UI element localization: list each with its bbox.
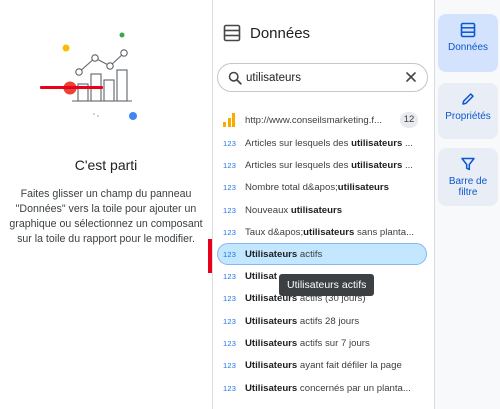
field-label-suffix: concernés par un planta... [297, 382, 411, 394]
field-label-suffix: actifs sur 7 jours [297, 338, 370, 350]
close-icon[interactable] [404, 70, 418, 84]
field-label: Utilisateurs actifs sur 7 jours [245, 338, 370, 349]
field-label-match: Utilisateurs [245, 248, 298, 260]
field-label-match: Utilisateurs [245, 360, 298, 372]
data-source-item[interactable]: http://www.conseilsmarketing.f... 12 [213, 108, 436, 132]
number-type-icon: 123 [223, 361, 237, 371]
table-icon [223, 24, 241, 42]
empty-state-description: Faites glisser un champ du panneau "Donn… [9, 188, 203, 245]
field-label-match: Utilisateurs [245, 338, 298, 350]
field-label-prefix: Nombre total d&apos; [245, 182, 338, 194]
rail-data-label: Données [447, 42, 489, 53]
number-type-icon: 123 [223, 205, 237, 215]
search-annotation-underline [40, 86, 103, 89]
field-label-prefix: Articles sur lesquels des [245, 159, 352, 171]
search-box [217, 63, 428, 92]
chart-illustration [62, 32, 137, 120]
bar-chart-icon [223, 113, 245, 127]
field-label-suffix: sans planta... [354, 226, 415, 238]
field-item[interactable]: 123 Articles sur lesquels des utilisateur… [213, 132, 436, 154]
data-panel-header: Données [223, 22, 310, 44]
field-item[interactable]: 123 Utilisateurs actifs [217, 243, 427, 266]
number-type-icon: 123 [223, 272, 237, 282]
field-label-suffix: actifs [297, 248, 323, 260]
field-label-prefix: Articles sur lesquels des [245, 137, 352, 149]
field-label-suffix: ... [402, 137, 413, 149]
number-type-icon: 123 [223, 383, 237, 393]
field-label: Utilisateurs concernés par un planta... [245, 383, 411, 394]
field-label-suffix: ayant fait défiler la page [297, 360, 402, 372]
field-tooltip: Utilisateurs actifs [279, 274, 375, 296]
field-label-match: utilisateurs [337, 182, 389, 194]
field-label: Utilisateurs ayant fait défiler la page [245, 360, 402, 371]
empty-state-panel: C'est parti Faites glisser un champ du p… [0, 0, 212, 409]
number-type-icon: 123 [223, 160, 237, 170]
field-label-suffix: actifs 28 jours [297, 315, 360, 327]
field-label-match: Utilisateurs [245, 315, 298, 327]
field-label: Articles sur lesquels des utilisateurs .… [245, 160, 413, 171]
number-type-icon: 123 [223, 183, 237, 193]
rail-filter-button[interactable]: Barre de filtre [438, 148, 498, 206]
field-label: Utilisateurs actifs [245, 249, 322, 260]
field-item[interactable]: 123 Utilisateurs ayant fait défiler la pa… [213, 355, 436, 377]
search-input[interactable] [246, 69, 396, 87]
number-type-icon: 123 [223, 339, 237, 349]
field-label-prefix: Nouveaux [245, 204, 291, 216]
table-icon [460, 22, 476, 38]
field-label-match: utilisateurs [303, 226, 355, 238]
field-label-match: Utilisat [245, 271, 277, 283]
field-count-badge: 12 [400, 112, 418, 128]
field-label: Nouveaux utilisateurs [245, 205, 342, 216]
field-label: Articles sur lesquels des utilisateurs .… [245, 138, 413, 149]
filter-icon [461, 157, 475, 171]
field-item[interactable]: 123 Utilisateurs actifs 28 jours [213, 310, 436, 332]
field-label-match: utilisateurs [290, 204, 343, 216]
field-label: Taux d&apos;utilisateurs sans planta... [245, 227, 414, 238]
field-label-prefix: Taux d&apos; [245, 226, 304, 238]
empty-state-title: C'est parti [74, 157, 138, 173]
rail-filter-label: Barre de filtre [448, 176, 488, 198]
field-item[interactable]: 123 Nouveaux utilisateurs [213, 199, 436, 221]
rail-data-button[interactable]: Données [438, 14, 498, 72]
right-rail: Données Propriétés Barre de filtre [436, 0, 500, 409]
data-panel-title: Données [250, 24, 311, 42]
number-type-icon: 123 [223, 138, 237, 148]
field-label-match: utilisateurs [351, 137, 403, 149]
data-panel: Données http://www.conseilsmarketing.f..… [212, 0, 435, 409]
field-item[interactable]: 123 Nombre total d&apos;utilisateurs [213, 177, 436, 199]
rail-properties-label: Propriétés [445, 111, 491, 122]
field-item[interactable]: 123 Taux d&apos;utilisateurs sans planta.… [213, 221, 436, 243]
field-list: http://www.conseilsmarketing.f... 12 123… [213, 108, 436, 399]
field-label-suffix: ... [402, 159, 413, 171]
number-type-icon: 123 [223, 227, 237, 237]
field-label: Utilisat [245, 271, 277, 282]
selection-annotation-mark [208, 239, 212, 273]
field-label: Nombre total d&apos;utilisateurs [245, 182, 389, 193]
search-icon [228, 71, 242, 85]
data-source-name: http://www.conseilsmarketing.f... [245, 114, 383, 126]
field-item[interactable]: 123 Articles sur lesquels des utilisateur… [213, 154, 436, 176]
field-label-match: Utilisateurs [245, 382, 298, 394]
field-item[interactable]: 123 Utilisateurs actifs sur 7 jours [213, 332, 436, 354]
field-label: Utilisateurs actifs 28 jours [245, 316, 359, 327]
field-label-match: utilisateurs [351, 159, 403, 171]
pencil-icon [462, 93, 474, 105]
rail-properties-button[interactable]: Propriétés [438, 83, 498, 139]
number-type-icon: 123 [223, 294, 237, 304]
number-type-icon: 123 [223, 316, 237, 326]
field-item[interactable]: 123 Utilisateurs concernés par un planta.… [213, 377, 436, 399]
number-type-icon: 123 [223, 249, 237, 259]
